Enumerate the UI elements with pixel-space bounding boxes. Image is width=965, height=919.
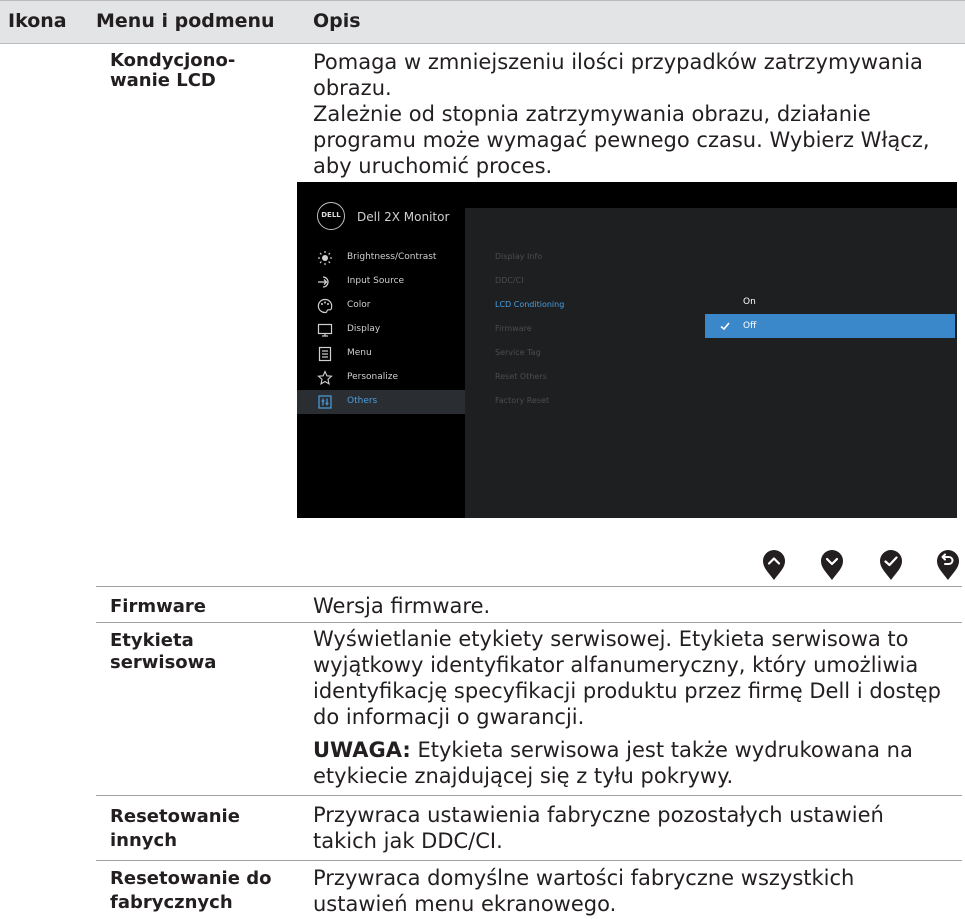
check-icon (720, 322, 730, 331)
row-description-firmware: Wersja firmware. (313, 594, 491, 618)
osd-menu-brightness-contrast: Brightness/Contrast (297, 246, 465, 270)
column-header-icon: Ikona (8, 10, 67, 32)
osd-submenu-lcd-conditioning: LCD Conditioning (495, 300, 565, 309)
row-divider (96, 622, 962, 623)
row-description-lcd-conditioning: Pomaga w zmniejszeniu ilości przypadków … (313, 50, 930, 178)
row-divider (96, 586, 962, 587)
input-source-icon (318, 276, 329, 288)
up-button-icon (763, 550, 785, 580)
osd-screenshot: DELL Dell 2X Monitor Brightness/Contrast… (297, 182, 957, 518)
osd-option-on: On (743, 297, 756, 307)
row-description-service-tag: Wyświetlanie etykiety serwisowej. Etykie… (313, 627, 941, 729)
osd-title: Dell 2X Monitor (357, 210, 450, 224)
osd-menu-menu: Menu (297, 342, 465, 366)
osd-submenu-firmware: Firmware (495, 324, 532, 333)
osd-submenu-display-info: Display Info (495, 252, 543, 261)
osd-menu-color: Color (297, 294, 465, 318)
menu-icon (318, 346, 332, 362)
osd-submenu-service-tag: Service Tag (495, 348, 541, 357)
ok-button-icon (880, 550, 902, 580)
osd-menu-display: Display (297, 318, 465, 342)
osd-submenu-factory-reset: Factory Reset (495, 396, 550, 405)
osd-menu-others: Others (297, 390, 465, 414)
row-label-factory-reset: Resetowanie do fabrycznych (110, 868, 272, 913)
table-header: Ikona Menu i podmenu Opis (0, 0, 965, 44)
osd-navigation-buttons (762, 549, 962, 581)
osd-menu-input-source: Input Source (297, 270, 465, 294)
row-description-reset-others: Przywraca ustawienia fabryczne pozostały… (313, 803, 884, 853)
row-label-reset-others: Resetowanie innych (110, 806, 240, 851)
osd-option-off: Off (705, 314, 955, 338)
column-header-menu: Menu i podmenu (96, 10, 275, 32)
color-icon (317, 298, 333, 314)
dell-logo: DELL (317, 202, 345, 230)
row-description-factory-reset: Przywraca domyślne wartości fabryczne ws… (313, 866, 855, 916)
row-label-firmware: Firmware (110, 596, 206, 617)
note-label: UWAGA: (313, 738, 411, 762)
osd-sidebar: DELL Dell 2X Monitor Brightness/Contrast… (297, 182, 465, 518)
column-header-description: Opis (313, 10, 361, 32)
row-divider (96, 860, 962, 861)
star-icon (317, 370, 333, 386)
osd-submenu-ddc-ci: DDC/CI (495, 276, 524, 285)
down-button-icon (821, 550, 843, 580)
others-icon (318, 395, 332, 409)
brightness-icon (318, 251, 332, 265)
service-tag-note: UWAGA: Etykieta serwisowa jest także wyd… (313, 738, 913, 788)
row-divider (96, 795, 962, 796)
back-button-icon (937, 550, 959, 580)
osd-menu-personalize: Personalize (297, 366, 465, 390)
row-label-service-tag: Etykieta serwisowa (110, 630, 217, 673)
display-icon (317, 323, 333, 337)
row-label-lcd-conditioning: Kondycjono- wanie LCD (110, 50, 236, 91)
osd-submenu-reset-others: Reset Others (495, 372, 547, 381)
